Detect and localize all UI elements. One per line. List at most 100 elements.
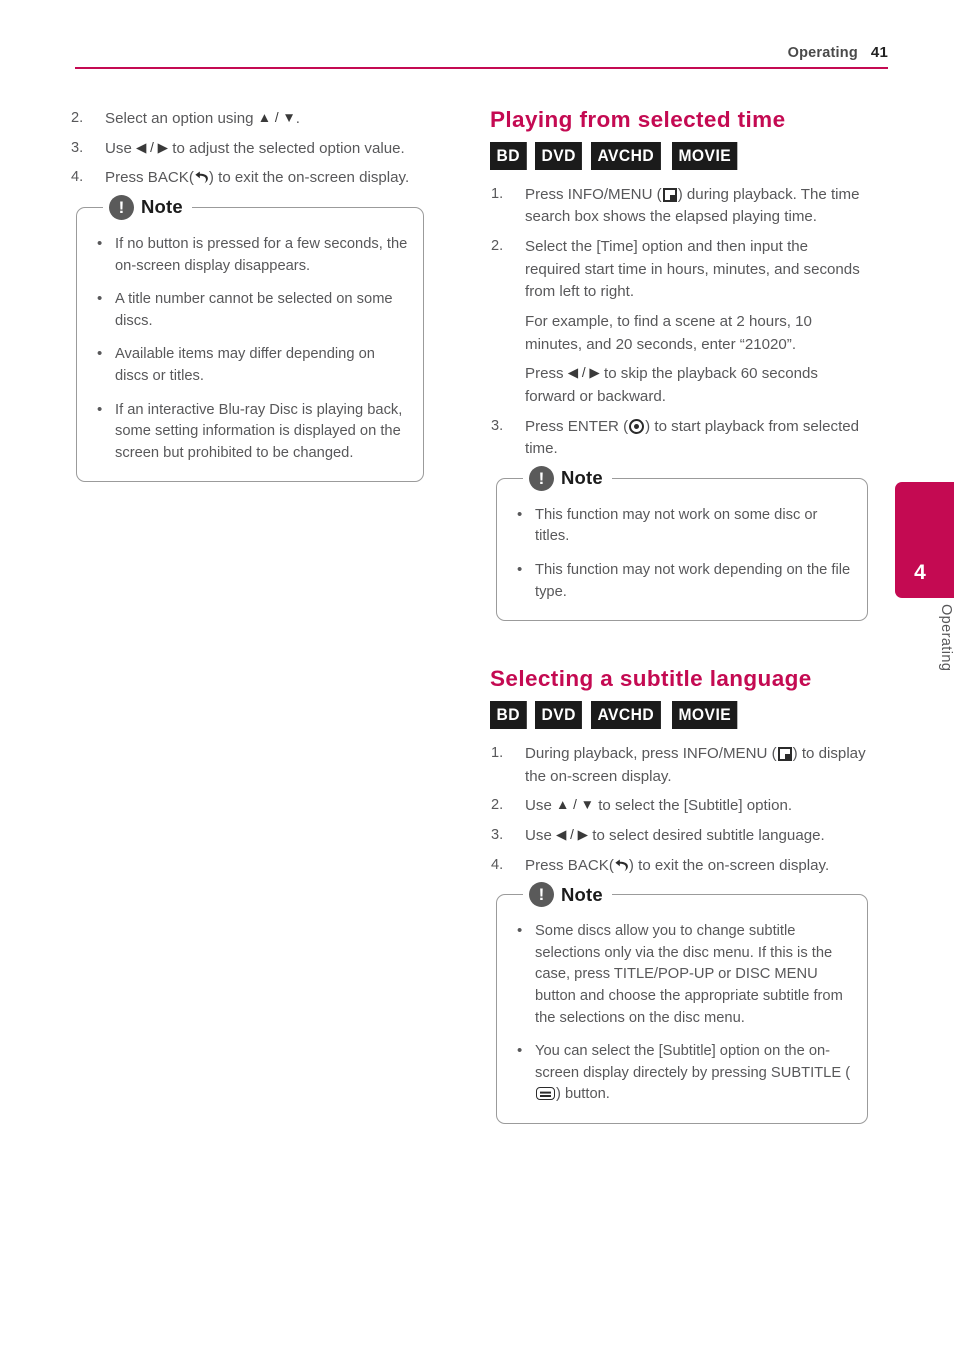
updown-arrow-icon: ▲ / ▼ (556, 797, 595, 813)
list-item: 1. Press INFO/MENU () during playback. Th… (488, 184, 866, 229)
updown-arrow-icon: ▲ / ▼ (257, 110, 296, 125)
enter-icon (629, 418, 645, 434)
media-badge-row-2: BD DVD AVCHD MOVIE (490, 700, 866, 729)
note-title: Note (561, 467, 603, 489)
substep-text: Press (525, 365, 568, 383)
page-title-selecting-a-subtitle-language: Selecting a subtitle language (490, 666, 812, 692)
page-number: 41 (870, 44, 888, 61)
step-text: Press BACK( (105, 169, 194, 187)
step-text-tail: to select the [Subtitle] option. (594, 797, 793, 815)
step-text-tail: ) to exit the on-screen display. (628, 856, 830, 874)
step-text: Use (525, 826, 557, 844)
list-item: 4. Press BACK( ) to exit the on-screen dis… (68, 167, 446, 190)
list-item: 1. During playback, press INFO/MENU () to… (488, 743, 866, 788)
media-badge-row-1: BD DVD AVCHD MOVIE (490, 141, 866, 170)
exclamation-icon: ! (529, 882, 554, 908)
list-item: 2. Select the [Time] option and then inpu… (488, 236, 866, 304)
leftright-arrow-icon: ◀ / ▶ (556, 826, 589, 842)
left-column: 2. Select an option using ▲ / ▼. 3. Use ◀ … (68, 108, 446, 483)
right-column: Playing from selected time BD DVD AVCHD … (488, 107, 868, 1125)
note-label: ! Note (103, 193, 192, 221)
list-item: 2. Select an option using ▲ / ▼. (68, 108, 446, 131)
step-number: 2. (491, 238, 504, 255)
step-text: Select the [Time] option and then input … (525, 238, 860, 301)
section-2-step-list: 1. During playback, press INFO/MENU ( ) to… (488, 743, 866, 877)
header-divider (75, 67, 888, 69)
step-text-tail: to adjust the selected option value. (168, 139, 405, 157)
step-text-tail: to select desired subtitle language. (588, 826, 825, 844)
list-item: This function may not work depending on … (511, 559, 853, 603)
list-item: Some discs allow you to change subtitle … (511, 920, 853, 1029)
leftright-arrow-icon: ◀ / ▶ (136, 139, 169, 155)
header-text: Operating 41 (788, 44, 888, 61)
status-badge-dvd: DVD (534, 141, 582, 170)
status-badge-dvd: DVD (534, 700, 582, 729)
list-item: This function may not work on some disc … (511, 504, 853, 548)
exclamation-icon: ! (529, 465, 554, 491)
note-text-tail: ) button. (556, 1086, 610, 1103)
step-text-tail: . (295, 110, 300, 127)
subtitle-icon (536, 1087, 555, 1101)
status-badge-avchd: AVCHD (590, 700, 661, 729)
note-box-section-1: ! Note This function may not work on som… (496, 464, 868, 622)
note-box-left: ! Note If no button is pressed for a few… (76, 193, 424, 483)
step-text: Press INFO/MENU ( (525, 185, 662, 203)
left-step-list: 2. Select an option using ▲ / ▼. 3. Use ◀ … (68, 108, 446, 190)
step-number: 3. (71, 139, 84, 156)
list-item: If no button is pressed for a few second… (91, 233, 409, 277)
step-text: Select an option using (105, 110, 258, 127)
page-header: Operating 41 (75, 44, 888, 70)
note-list: Some discs allow you to change subtitle … (511, 920, 853, 1106)
list-item: 3. Press ENTER () to start playback from … (488, 416, 866, 461)
chapter-tab: 4 (895, 482, 954, 598)
header-chapter-label: Operating (787, 45, 858, 61)
step-text: Press ENTER ( (525, 417, 629, 435)
list-item: 3. Use ◀ / ▶ to adjust the selected optio… (68, 138, 446, 161)
note-label: ! Note (523, 881, 612, 909)
note-list: This function may not work on some disc … (511, 504, 853, 603)
status-badge-bd: BD (490, 141, 527, 170)
step-text-tail: ) to exit the on-screen display. (208, 169, 410, 187)
list-item: If an interactive Blu-ray Disc is playin… (91, 399, 409, 465)
info-menu-icon (662, 187, 677, 202)
status-badge-movie: MOVIE (671, 700, 738, 729)
step-text: Press BACK( (525, 856, 614, 874)
step-text: During playback, press INFO/MENU ( (525, 744, 777, 762)
chapter-name-vertical: Operating (938, 604, 954, 672)
status-badge-bd: BD (490, 700, 527, 729)
note-label: ! Note (523, 464, 612, 492)
note-box-section-2: ! Note Some discs allow you to change su… (496, 881, 868, 1125)
step-number: 1. (491, 185, 504, 202)
step-text: Use (105, 139, 137, 157)
step-number: 4. (71, 169, 84, 186)
status-badge-avchd: AVCHD (590, 141, 661, 170)
chapter-number: 4 (914, 561, 926, 584)
list-item: 3. Use ◀ / ▶ to select desired subtitle l… (488, 825, 866, 848)
leftright-arrow-icon: ◀ / ▶ (567, 365, 600, 381)
note-list: If no button is pressed for a few second… (91, 233, 409, 465)
step-number: 1. (491, 744, 504, 761)
substep-example: For example, to find a scene at 2 hours,… (525, 312, 812, 353)
substep-skip: Press ◀ / ▶ to skip the playback 60 seco… (488, 363, 866, 408)
info-menu-icon (777, 746, 792, 761)
step-number: 2. (71, 110, 84, 126)
back-icon (615, 859, 628, 871)
page-title-playing-from-selected-time: Playing from selected time (490, 107, 786, 132)
note-text: You can select the [Subtitle] option on … (535, 1043, 851, 1081)
step-number: 3. (491, 417, 504, 434)
list-item: Available items may differ depending on … (91, 343, 409, 387)
step-number: 3. (491, 826, 504, 843)
step-number: 2. (491, 797, 504, 814)
back-icon (195, 171, 208, 184)
section-1-step-list-cont: 3. Press ENTER () to start playback from … (488, 416, 866, 461)
list-item: You can select the [Subtitle] option on … (511, 1040, 853, 1106)
list-item: 4. Press BACK( ) to exit the on-screen dis… (488, 855, 866, 878)
list-item: 2. Use ▲ / ▼ to select the [Subtitle] opt… (488, 795, 866, 818)
section-1-step-list: 1. Press INFO/MENU () during playback. Th… (488, 184, 866, 304)
step-text: Use (525, 797, 557, 815)
status-badge-movie: MOVIE (671, 141, 738, 170)
note-title: Note (561, 883, 603, 905)
step-number: 4. (491, 856, 504, 873)
exclamation-icon: ! (109, 194, 134, 220)
list-item: A title number cannot be selected on som… (91, 288, 409, 332)
